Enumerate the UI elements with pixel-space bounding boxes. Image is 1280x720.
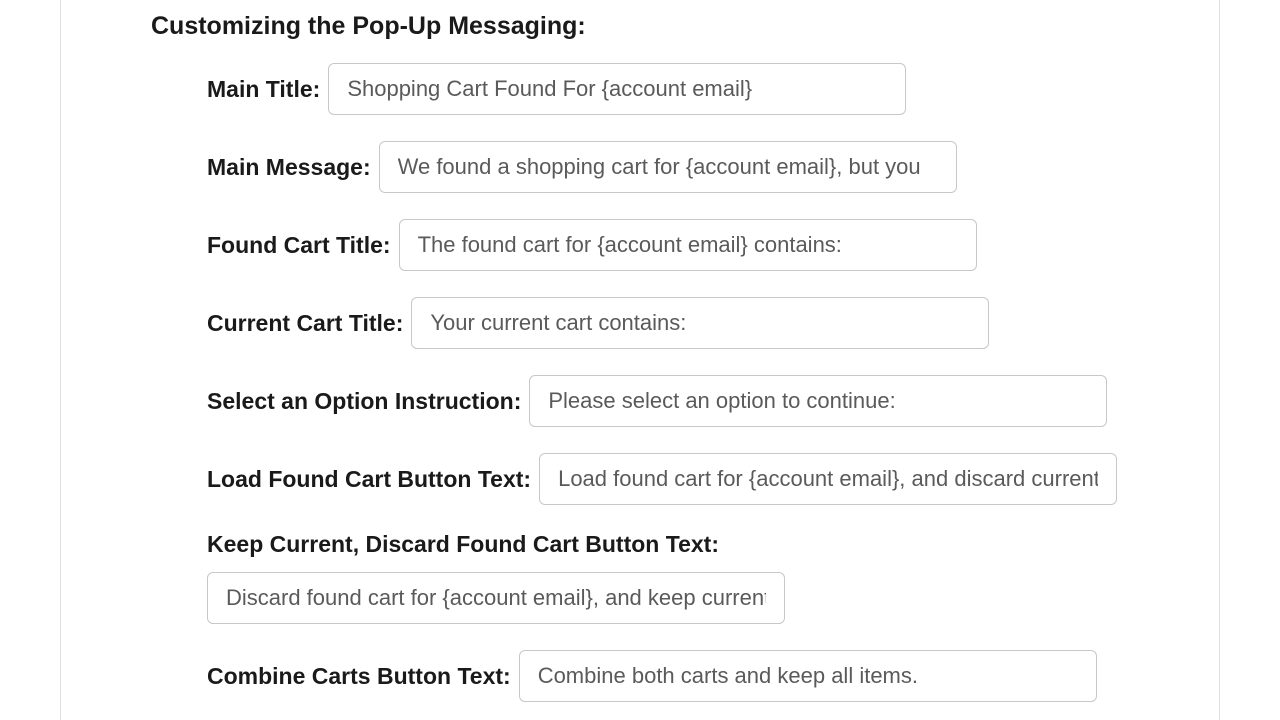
- settings-panel: Customizing the Pop-Up Messaging: Main T…: [60, 0, 1220, 720]
- section-heading: Customizing the Pop-Up Messaging:: [151, 12, 1129, 41]
- main-message-label: Main Message:: [207, 154, 371, 181]
- keep-current-label: Keep Current, Discard Found Cart Button …: [207, 531, 1121, 558]
- current-cart-title-input[interactable]: [411, 297, 989, 349]
- field-keep-current: Keep Current, Discard Found Cart Button …: [151, 531, 1129, 624]
- field-load-found: Load Found Cart Button Text:: [151, 453, 1129, 505]
- field-main-message: Main Message:: [151, 141, 1129, 193]
- combine-label: Combine Carts Button Text:: [207, 663, 511, 690]
- combine-input[interactable]: [519, 650, 1097, 702]
- keep-current-input[interactable]: [207, 572, 785, 624]
- select-option-label: Select an Option Instruction:: [207, 388, 521, 415]
- load-found-label: Load Found Cart Button Text:: [207, 466, 531, 493]
- field-combine: Combine Carts Button Text:: [151, 650, 1129, 702]
- found-cart-title-input[interactable]: [399, 219, 977, 271]
- main-title-label: Main Title:: [207, 76, 320, 103]
- main-title-input[interactable]: [328, 63, 906, 115]
- field-found-cart-title: Found Cart Title:: [151, 219, 1129, 271]
- field-select-option: Select an Option Instruction:: [151, 375, 1129, 427]
- found-cart-title-label: Found Cart Title:: [207, 232, 391, 259]
- current-cart-title-label: Current Cart Title:: [207, 310, 403, 337]
- load-found-input[interactable]: [539, 453, 1117, 505]
- main-message-input[interactable]: [379, 141, 957, 193]
- field-current-cart-title: Current Cart Title:: [151, 297, 1129, 349]
- select-option-input[interactable]: [529, 375, 1107, 427]
- field-main-title: Main Title:: [151, 63, 1129, 115]
